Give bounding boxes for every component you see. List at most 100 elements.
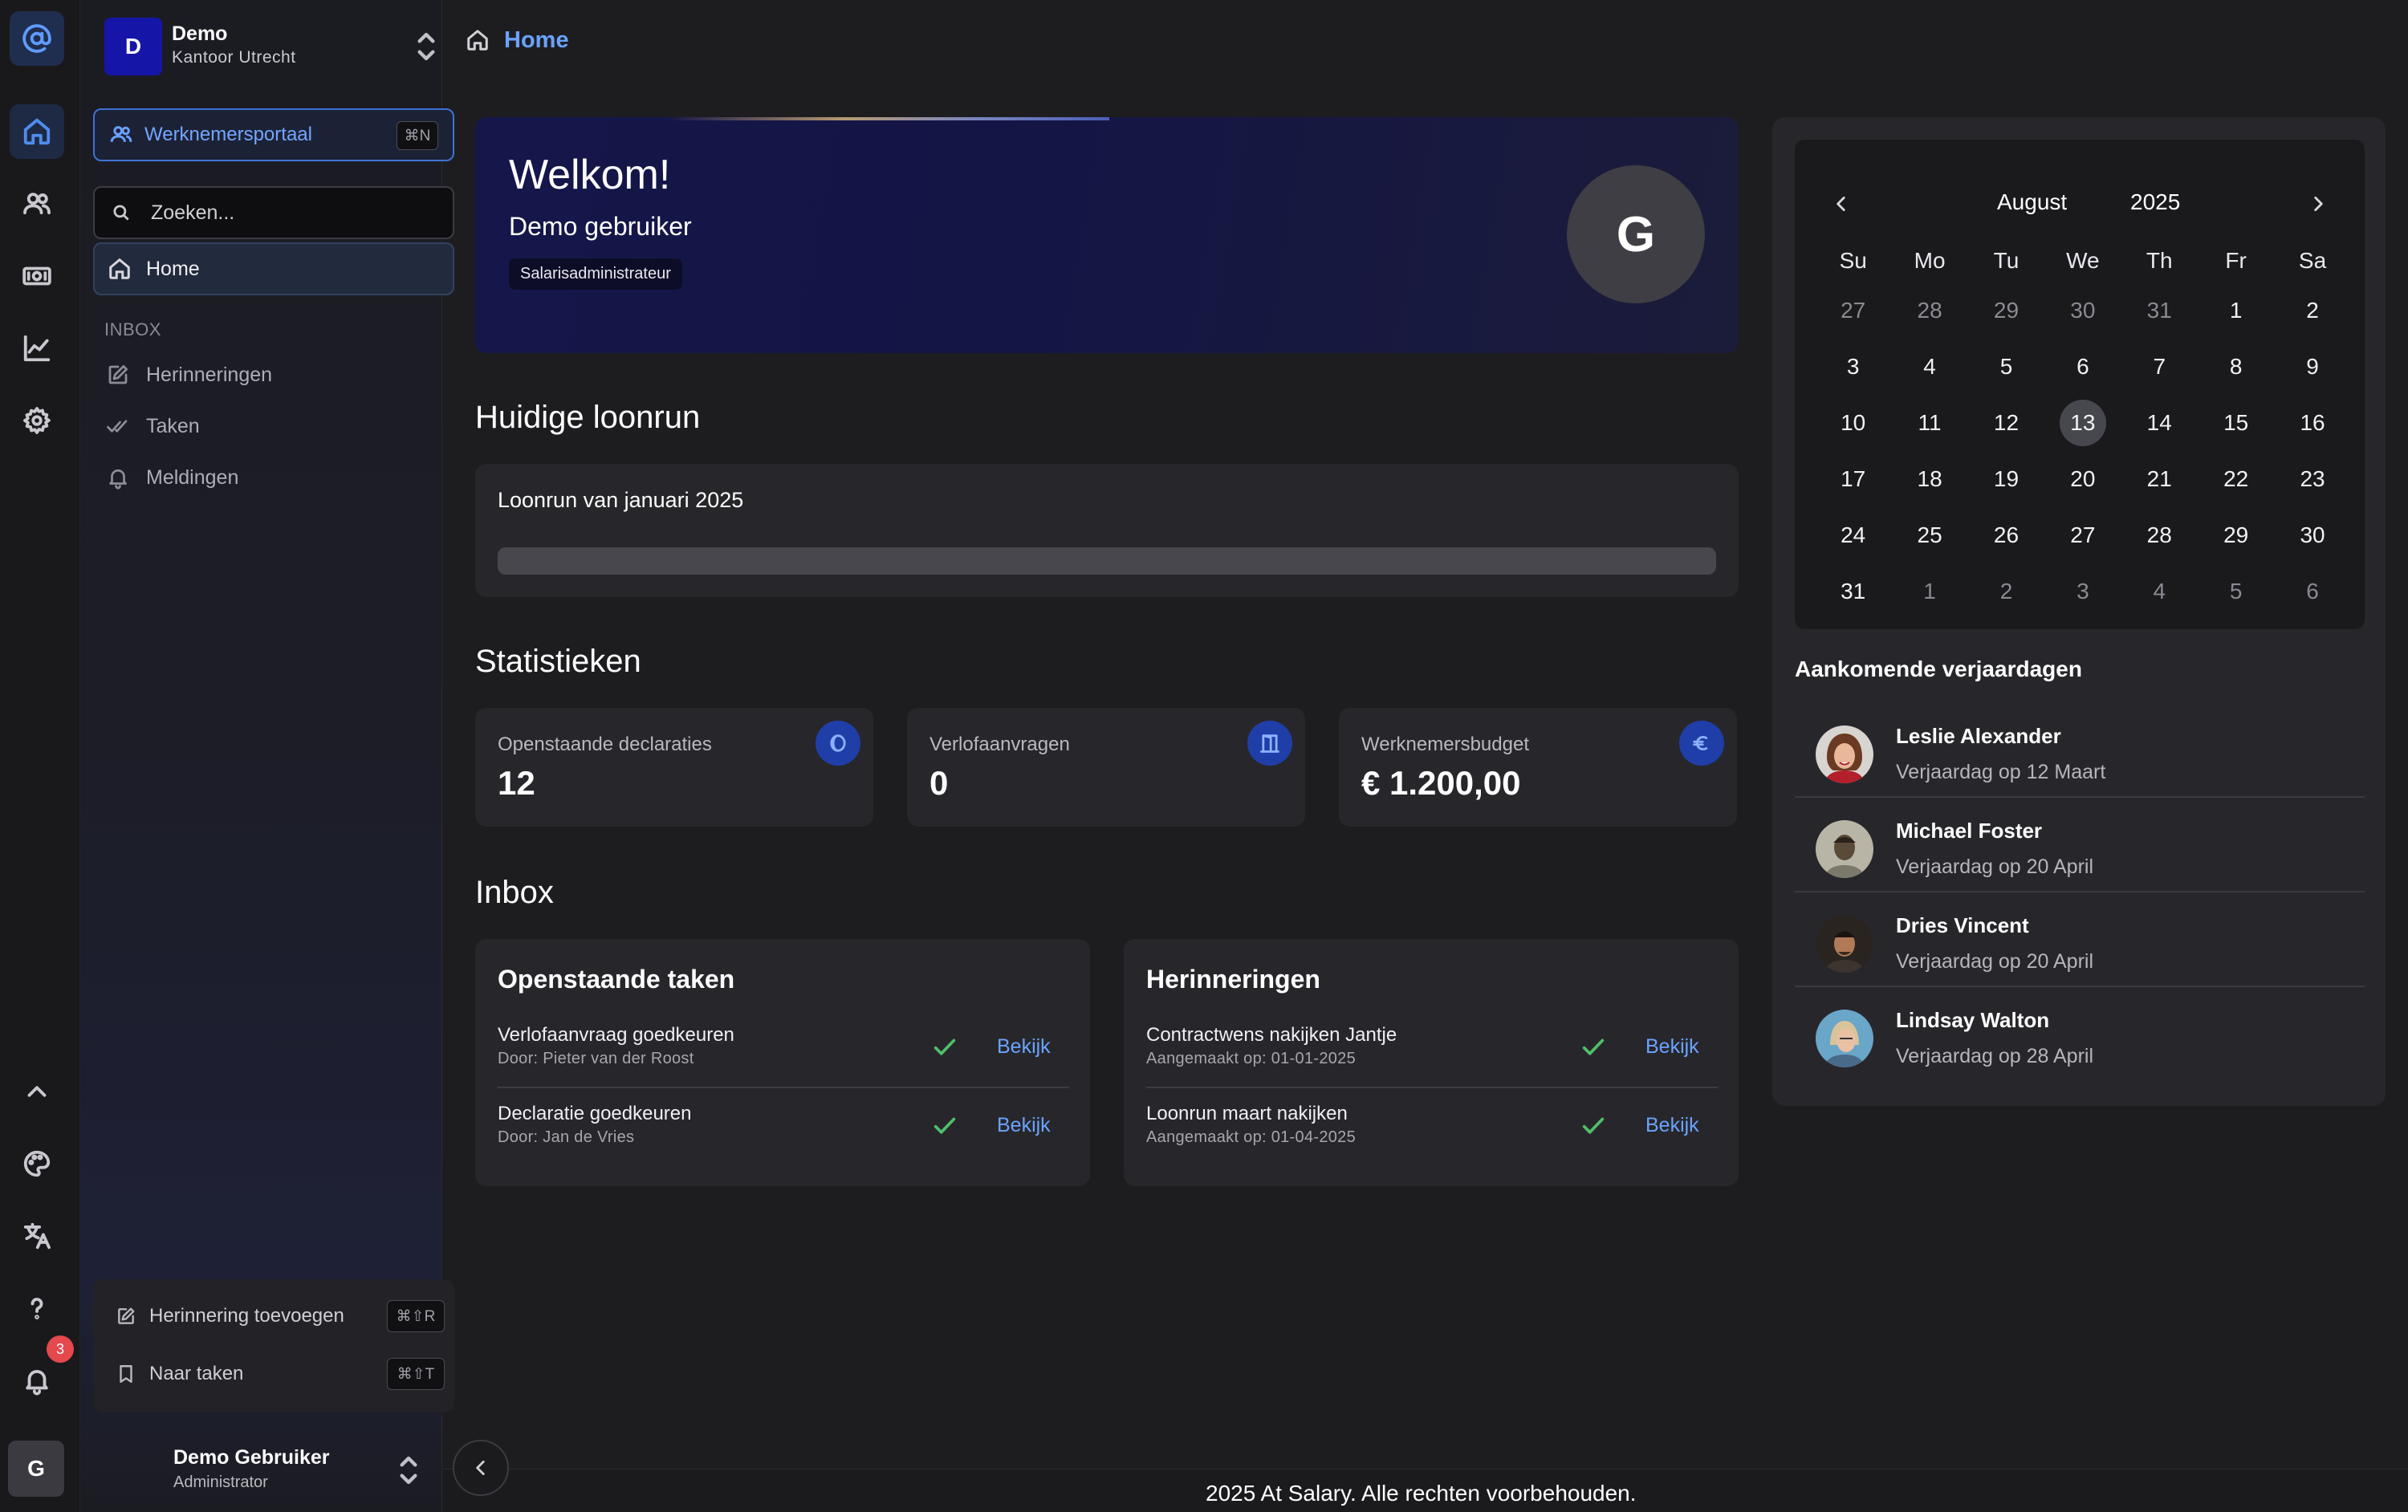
calendar-day[interactable]: 1 [2198,282,2274,339]
stats-section-title: Statistieken [475,644,641,679]
calendar-day-label: 2 [2306,298,2319,323]
chart-icon[interactable] [10,321,64,376]
calendar-day[interactable]: 5 [2198,563,2274,620]
sidebar-item-taken[interactable]: Taken [106,406,200,446]
go-to-tasks-button[interactable]: Naar taken ⌘⇧T [116,1358,445,1390]
check-icon[interactable] [1580,1112,1607,1140]
view-link[interactable]: Bekijk [1645,1035,1699,1059]
calendar-day[interactable]: 24 [1815,507,1891,563]
calendar-day[interactable]: 19 [1968,451,2044,507]
view-link[interactable]: Bekijk [997,1114,1051,1137]
user-menu-icon[interactable] [398,1454,419,1486]
birthday-date: Verjaardag op 28 April [1896,1045,2094,1067]
calendar-day[interactable]: 22 [2198,451,2274,507]
role-badge: Salarisadministrateur [509,258,682,290]
calendar-day[interactable]: 6 [2274,563,2350,620]
birthday-item[interactable]: Dries Vincent Verjaardag op 20 April [1795,892,2365,987]
calendar-day[interactable]: 2 [1968,563,2044,620]
calendar-day[interactable]: 3 [1815,339,1891,395]
palette-icon[interactable] [10,1136,64,1191]
stat-card-employee-budget[interactable]: Werknemersbudget € 1.200,00 [1339,708,1737,827]
check-icon[interactable] [931,1034,958,1061]
employee-portal-button[interactable]: Werknemersportaal ⌘N [93,108,454,161]
help-icon[interactable] [10,1281,64,1335]
view-link[interactable]: Bekijk [997,1035,1051,1059]
calendar-day[interactable]: 4 [1891,339,1967,395]
stat-card-leave-requests[interactable]: Verlofaanvragen 0 [907,708,1305,827]
home-icon[interactable] [10,104,64,159]
calendar-day[interactable]: 15 [2198,395,2274,451]
footer-text: 2025 At Salary. Alle rechten voorbehoude… [1206,1481,1637,1506]
calendar-day[interactable]: 1 [1891,563,1967,620]
prev-month-button[interactable] [1825,188,1857,220]
calendar-day[interactable]: 29 [2198,507,2274,563]
chevron-up-icon[interactable] [10,1064,64,1119]
money-icon[interactable] [10,249,64,303]
calendar-day[interactable]: 20 [2044,451,2121,507]
birthday-item[interactable]: Michael Foster Verjaardag op 20 April [1795,798,2365,892]
payrun-card[interactable]: Loonrun van januari 2025 [475,464,1739,597]
birthday-date: Verjaardag op 12 Maart [1896,761,2106,783]
calendar-day[interactable]: 26 [1968,507,2044,563]
calendar-month[interactable]: August [1997,189,2067,215]
calendar-day-today[interactable]: 13 [2044,395,2121,451]
calendar-day[interactable]: 29 [1968,282,2044,339]
calendar-day[interactable]: 23 [2274,451,2350,507]
chevron-left-icon [1837,197,1845,211]
collapse-sidebar-button[interactable] [453,1440,509,1496]
calendar-day[interactable]: 5 [1968,339,2044,395]
calendar-day[interactable]: 27 [1815,282,1891,339]
at-sign-icon[interactable] [10,11,64,66]
calendar-day[interactable]: 18 [1891,451,1967,507]
calendar-day[interactable]: 12 [1968,395,2044,451]
calendar-day[interactable]: 6 [2044,339,2121,395]
sidebar-item-herinneringen[interactable]: Herinneringen [106,355,272,395]
calendar-day[interactable]: 9 [2274,339,2350,395]
org-name[interactable]: Demo [172,22,227,46]
calendar-day[interactable]: 16 [2274,395,2350,451]
calendar-day[interactable]: 4 [2121,563,2198,620]
calendar-day[interactable]: 21 [2121,451,2198,507]
calendar-day[interactable]: 14 [2121,395,2198,451]
birthday-item[interactable]: Lindsay Walton Verjaardag op 28 April [1795,987,2365,1082]
calendar-day[interactable]: 31 [1815,563,1891,620]
calendar-day[interactable]: 17 [1815,451,1891,507]
calendar-day[interactable]: 3 [2044,563,2121,620]
calendar-day[interactable]: 11 [1891,395,1967,451]
sidebar-item-home[interactable]: Home [93,242,454,295]
calendar-day[interactable]: 10 [1815,395,1891,451]
stat-card-declarations[interactable]: Openstaande declaraties 12 [475,708,873,827]
breadcrumb[interactable]: Home [466,24,569,56]
calendar-day[interactable]: 28 [1891,282,1967,339]
calendar-day[interactable]: 30 [2044,282,2121,339]
calendar-year[interactable]: 2025 [2130,189,2180,215]
sidebar-item-meldingen[interactable]: Meldingen [106,457,238,498]
translate-icon[interactable] [10,1209,64,1263]
calendar-day[interactable]: 28 [2121,507,2198,563]
check-icon[interactable] [931,1112,958,1140]
next-month-button[interactable] [2302,188,2334,220]
calendar-day-label: 29 [1993,298,2020,323]
calendar-day[interactable]: 8 [2198,339,2274,395]
org-switcher-icon[interactable] [416,30,437,63]
calendar-day[interactable]: 31 [2121,282,2198,339]
users-icon[interactable] [10,177,64,231]
check-icon[interactable] [1580,1034,1607,1061]
search-box[interactable] [93,186,454,239]
add-reminder-button[interactable]: Herinnering toevoegen ⌘⇧R [116,1300,445,1332]
search-input[interactable] [151,201,416,225]
user-name[interactable]: Demo Gebruiker [173,1446,330,1469]
inbox-title: Inbox [475,875,554,910]
calendar-day[interactable]: 7 [2121,339,2198,395]
calendar-day[interactable]: 25 [1891,507,1967,563]
list-item: Declaratie goedkeuren Door: Jan de Vries… [498,1095,1069,1172]
calendar-day[interactable]: 30 [2274,507,2350,563]
calendar-day[interactable]: 27 [2044,507,2121,563]
user-avatar[interactable]: G [8,1441,64,1497]
birthday-item[interactable]: Leslie Alexander Verjaardag op 12 Maart [1795,703,2365,798]
calendar-day[interactable]: 2 [2274,282,2350,339]
bell-icon [109,469,127,490]
view-link[interactable]: Bekijk [1645,1114,1699,1137]
calendar-day-label: 1 [2229,298,2243,323]
settings-icon[interactable] [10,393,64,448]
